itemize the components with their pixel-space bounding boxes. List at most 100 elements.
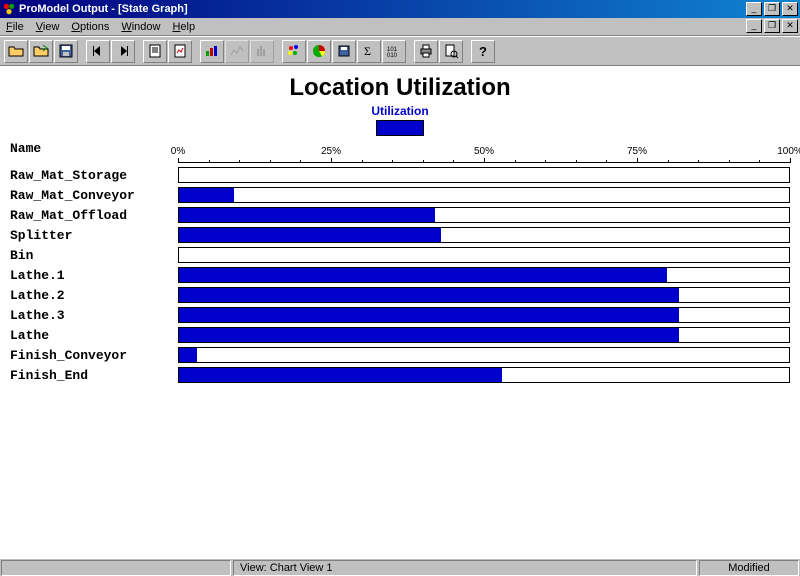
mdi-close-button[interactable]: ✕ — [782, 19, 798, 33]
chart-row: Lathe.2 — [10, 285, 790, 305]
menu-view[interactable]: View — [36, 21, 60, 33]
saveview-icon[interactable] — [332, 40, 356, 63]
row-label: Finish_End — [10, 368, 174, 383]
bar-track — [178, 367, 790, 383]
hist-icon[interactable] — [250, 40, 274, 63]
menu-bar: File View Options Window Help — [0, 18, 800, 36]
axis-tick — [515, 160, 516, 163]
row-label: Lathe.3 — [10, 308, 174, 323]
maximize-button[interactable]: ❐ — [764, 2, 780, 16]
axis-tick — [362, 160, 363, 163]
report-icon[interactable] — [143, 40, 167, 63]
chart-row: Raw_Mat_Conveyor — [10, 185, 790, 205]
menu-options[interactable]: Options — [71, 21, 109, 33]
minimize-button[interactable]: _ — [746, 2, 762, 16]
bar-track — [178, 247, 790, 263]
axis-tick — [484, 158, 485, 163]
svg-text:Σ: Σ — [364, 44, 371, 58]
axis-tick — [668, 160, 669, 163]
axis-tick-label: 0% — [171, 146, 185, 157]
bar-track — [178, 187, 790, 203]
bar-track — [178, 267, 790, 283]
axis-tick — [423, 160, 424, 163]
chart-row: Lathe.1 — [10, 265, 790, 285]
axis-tick — [698, 160, 699, 163]
window-buttons: _ ❐ ✕ — [744, 2, 798, 16]
bar-track — [178, 347, 790, 363]
axis-tick — [392, 160, 393, 163]
bar-fill — [179, 208, 435, 222]
bar-track — [178, 227, 790, 243]
next-icon[interactable] — [111, 40, 135, 63]
chart-area: Location Utilization Utilization Name 0%… — [0, 66, 800, 558]
close-button[interactable]: ✕ — [782, 2, 798, 16]
x-axis: 0%25%50%75%100% — [178, 145, 790, 163]
svg-text:010: 010 — [387, 53, 398, 59]
row-label: Splitter — [10, 228, 174, 243]
axis-tick — [239, 160, 240, 163]
status-modified: Modified — [699, 560, 799, 576]
row-label: Raw_Mat_Storage — [10, 168, 174, 183]
row-label: Lathe — [10, 328, 174, 343]
print-icon[interactable] — [414, 40, 438, 63]
axis-tick — [576, 160, 577, 163]
status-view: View: Chart View 1 — [233, 560, 697, 576]
menu-file[interactable]: File — [6, 21, 24, 33]
name-column-header: Name — [10, 141, 41, 156]
chart-row: Raw_Mat_Offload — [10, 205, 790, 225]
preview-icon[interactable] — [439, 40, 463, 63]
menu-window[interactable]: Window — [121, 21, 160, 33]
window-title: ProModel Output - [State Graph] — [19, 3, 188, 15]
open-icon[interactable] — [4, 40, 28, 63]
chart-row: Splitter — [10, 225, 790, 245]
legend: Utilization — [0, 104, 800, 136]
axis-tick — [453, 160, 454, 163]
axis-tick — [209, 160, 210, 163]
mdi-minimize-button[interactable]: _ — [746, 19, 762, 33]
status-cell-left — [1, 560, 231, 576]
chart-rows: Raw_Mat_Storage Raw_Mat_Conveyor Raw_Mat_O… — [10, 165, 790, 385]
axis-tick — [637, 158, 638, 163]
legend-swatch — [376, 120, 424, 136]
bar-track — [178, 287, 790, 303]
axis-tick-label: 25% — [321, 146, 341, 157]
chart-row: Bin — [10, 245, 790, 265]
palette-icon[interactable] — [282, 40, 306, 63]
status-bar: View: Chart View 1 Modified — [0, 558, 800, 576]
chart-row: Finish_Conveyor — [10, 345, 790, 365]
bar-track — [178, 207, 790, 223]
binary-icon[interactable]: 101010 — [382, 40, 406, 63]
save-icon[interactable] — [54, 40, 78, 63]
bar-chart-icon[interactable] — [200, 40, 224, 63]
mdi-maximize-button[interactable]: ❐ — [764, 19, 780, 33]
axis-tick — [729, 160, 730, 163]
bar-fill — [179, 368, 502, 382]
svg-text:?: ? — [479, 44, 487, 59]
chart-row: Raw_Mat_Storage — [10, 165, 790, 185]
axis-tick-label: 50% — [474, 146, 494, 157]
chart-row: Lathe.3 — [10, 305, 790, 325]
row-label: Lathe.1 — [10, 268, 174, 283]
chart-title: Location Utilization — [0, 74, 800, 102]
bar-track — [178, 327, 790, 343]
chart-row: Lathe — [10, 325, 790, 345]
bar-fill — [179, 228, 441, 242]
report2-icon[interactable] — [168, 40, 192, 63]
bar-fill — [179, 328, 679, 342]
mdi-window-buttons: _ ❐ ✕ — [744, 19, 798, 33]
axis-tick — [178, 158, 179, 163]
row-label: Raw_Mat_Offload — [10, 208, 174, 223]
bar-fill — [179, 308, 679, 322]
bar-track — [178, 307, 790, 323]
row-label: Bin — [10, 248, 174, 263]
prev-icon[interactable] — [86, 40, 110, 63]
open-alt-icon[interactable] — [29, 40, 53, 63]
toolbar: Σ 101010 ? — [0, 36, 800, 66]
pie-icon[interactable] — [307, 40, 331, 63]
help-icon[interactable]: ? — [471, 40, 495, 63]
axis-tick-label: 75% — [627, 146, 647, 157]
sigma-icon[interactable]: Σ — [357, 40, 381, 63]
axis-tick — [606, 160, 607, 163]
line-chart-icon[interactable] — [225, 40, 249, 63]
menu-help[interactable]: Help — [172, 21, 195, 33]
